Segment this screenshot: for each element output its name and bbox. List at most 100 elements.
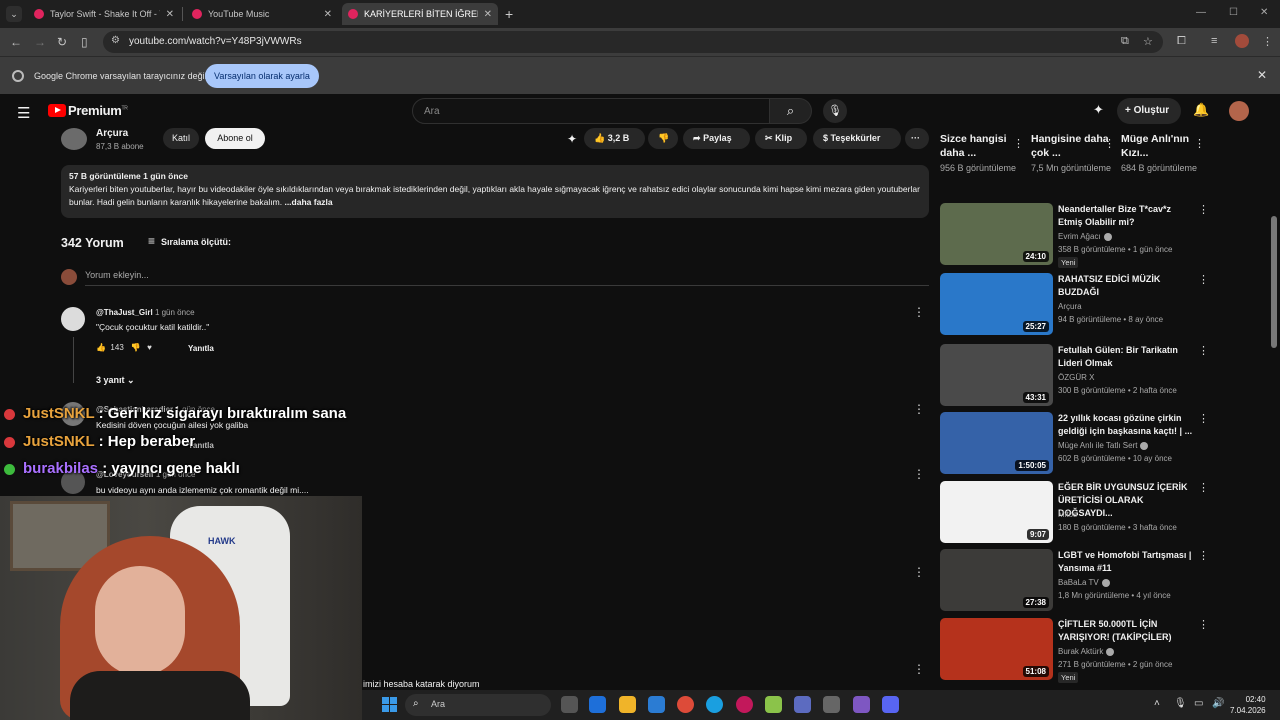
account-avatar[interactable] bbox=[1229, 101, 1249, 121]
shelf-menu-icon[interactable]: ⋮ bbox=[1013, 137, 1024, 150]
minimize-icon[interactable]: — bbox=[1196, 7, 1206, 18]
tray-chevron-icon[interactable]: ˄ bbox=[1154, 698, 1160, 709]
shelf-title[interactable]: Müge Anlı'nın Kızı... bbox=[1121, 132, 1205, 160]
thumbs-up-icon[interactable]: 👍 bbox=[96, 343, 106, 352]
store-icon[interactable] bbox=[589, 696, 606, 713]
video-thumbnail[interactable]: 24:10 bbox=[940, 203, 1053, 265]
tab-search-button[interactable]: ⌄ bbox=[6, 6, 22, 22]
side-panel-icon[interactable]: ▯ bbox=[81, 35, 88, 49]
comment-menu-icon[interactable]: ⋮ bbox=[913, 305, 925, 319]
subscribe-button[interactable]: Abone ol bbox=[205, 128, 265, 149]
video-channel[interactable]: Müge Anlı ile Tatlı Sert bbox=[1058, 441, 1149, 450]
video-title[interactable]: Neandertaller Bize T*cav*z Etmiş Olabili… bbox=[1058, 203, 1194, 229]
tab-shake-it-off[interactable]: Taylor Swift - Shake It Off - YouTube ✕ bbox=[28, 3, 180, 25]
comment-menu-icon[interactable]: ⋮ bbox=[913, 662, 925, 676]
comment-author[interactable]: @ThaJust_Girl 1 gün önce bbox=[96, 308, 195, 317]
app-icon[interactable] bbox=[765, 696, 782, 713]
mail-icon[interactable] bbox=[648, 696, 665, 713]
chrome-profile-avatar[interactable] bbox=[1235, 34, 1249, 48]
more-actions-icon[interactable]: ··· bbox=[905, 128, 929, 149]
recommendation-item[interactable]: 25:27 RAHATSIZ EDİCİ MÜZİK BUZDAĞI Arçura 9… bbox=[940, 273, 1240, 335]
microphone-icon[interactable]: 🎙 bbox=[823, 99, 847, 123]
reload-icon[interactable]: ↻ bbox=[57, 35, 67, 49]
site-info-icon[interactable]: ⚙ bbox=[111, 35, 120, 46]
windows-start-icon[interactable] bbox=[382, 697, 397, 712]
recommendation-item[interactable]: 1:50:05 22 yıllık kocası gözüne çirkin ge… bbox=[940, 412, 1240, 474]
video-menu-icon[interactable]: ⋮ bbox=[1198, 549, 1209, 562]
comment-menu-icon[interactable]: ⋮ bbox=[913, 402, 925, 416]
video-menu-icon[interactable]: ⋮ bbox=[1198, 412, 1209, 425]
close-tab-icon[interactable]: ✕ bbox=[324, 9, 332, 20]
video-channel[interactable]: BaBaLa TV bbox=[1058, 578, 1110, 587]
shorts-shelf-item[interactable]: Hangisine daha çok ... 7,5 Mn görüntülem… bbox=[1031, 132, 1115, 174]
create-button[interactable]: + Oluştur bbox=[1117, 98, 1181, 124]
video-channel[interactable]: ÖZGÜR X bbox=[1058, 373, 1094, 382]
tray-display-icon[interactable]: ▭ bbox=[1194, 698, 1203, 709]
back-arrow-icon[interactable]: ← bbox=[10, 35, 22, 49]
chrome-menu-icon[interactable]: ⋮ bbox=[1262, 35, 1273, 48]
video-thumbnail[interactable]: 27:38 bbox=[940, 549, 1053, 611]
shorts-shelf-item[interactable]: Müge Anlı'nın Kızı... 684 B görüntüleme bbox=[1121, 132, 1205, 174]
join-button[interactable]: Katıl bbox=[163, 128, 199, 149]
taskbar-search-input[interactable]: ⌕ Ara bbox=[405, 694, 551, 716]
recommendation-item[interactable]: 9:07 EĞER BİR UYGUNSUZ İÇERİK ÜRETİCİSİ O… bbox=[940, 481, 1240, 543]
youtube-premium-logo[interactable]: PremiumTR bbox=[68, 103, 128, 118]
install-app-icon[interactable]: ⧉ bbox=[1121, 35, 1129, 48]
sort-button[interactable]: ≡ Sıralama ölçütü: bbox=[148, 234, 231, 248]
taskbar-clock[interactable]: 02:40 7.04.2026 bbox=[1230, 694, 1266, 716]
recommendation-item[interactable]: 27:38 LGBT ve Homofobi Tartışması | Yansı… bbox=[940, 549, 1240, 611]
teams-icon[interactable] bbox=[794, 696, 811, 713]
thanks-button[interactable]: $ Teşekkürler bbox=[813, 128, 901, 149]
video-channel[interactable]: Evrim Ağacı bbox=[1058, 232, 1112, 241]
tab-youtube-music[interactable]: YouTube Music ✕ bbox=[186, 3, 338, 25]
shorts-shelf-item[interactable]: Sizce hangisi daha ... 956 B görüntüleme bbox=[940, 132, 1024, 174]
thumbs-down-icon[interactable]: 👎 bbox=[130, 343, 140, 352]
video-thumbnail[interactable]: 43:31 bbox=[940, 344, 1053, 406]
share-button[interactable]: ➦ Paylaş bbox=[683, 128, 750, 149]
show-replies-button[interactable]: 3 yanıt ⌄ bbox=[96, 375, 135, 386]
file-explorer-icon[interactable] bbox=[619, 696, 636, 713]
bookmark-star-icon[interactable]: ☆ bbox=[1143, 35, 1153, 48]
menu-icon[interactable]: ☰ bbox=[17, 104, 30, 122]
task-view-icon[interactable] bbox=[561, 696, 578, 713]
shelf-title[interactable]: Hangisine daha çok ... bbox=[1031, 132, 1115, 160]
discord-icon[interactable] bbox=[882, 696, 899, 713]
sparkle-icon[interactable]: ✦ bbox=[1093, 102, 1104, 118]
video-title[interactable]: 22 yıllık kocası gözüne çirkin geldiği i… bbox=[1058, 412, 1194, 438]
tab-active-video[interactable]: KARİYERLERİ BİTEN İĞRENÇ YOUTUBERLAR ✕ bbox=[342, 3, 498, 25]
comment-time[interactable]: 1 gün önce bbox=[155, 308, 195, 317]
video-menu-icon[interactable]: ⋮ bbox=[1198, 273, 1209, 286]
forward-arrow-icon[interactable]: → bbox=[34, 35, 46, 49]
window-close-icon[interactable]: ✕ bbox=[1260, 7, 1268, 18]
video-title[interactable]: ÇİFTLER 50.000TL İÇİN YARIŞIYOR! (TAKİPÇ… bbox=[1058, 618, 1194, 644]
twitch-icon[interactable] bbox=[853, 696, 870, 713]
notifications-bell-icon[interactable]: 🔔 bbox=[1193, 102, 1209, 118]
recommendation-item[interactable]: 43:31 Fetullah Gülen: Bir Tarikatın Lider… bbox=[940, 344, 1240, 406]
ask-sparkle-icon[interactable]: ✦ bbox=[567, 132, 577, 146]
dislike-button[interactable]: 👎 bbox=[648, 128, 678, 149]
tray-mic-icon[interactable]: 🎙 bbox=[1174, 698, 1187, 709]
comment-avatar[interactable] bbox=[61, 307, 85, 331]
page-scrollbar[interactable] bbox=[1271, 216, 1277, 348]
omnibox[interactable]: ⚙ youtube.com/watch?v=Y48P3jVWWRs bbox=[103, 31, 1163, 53]
channel-name[interactable]: Arçura bbox=[96, 128, 128, 139]
extensions-icon[interactable]: ⧠ bbox=[1177, 35, 1186, 48]
video-title[interactable]: Fetullah Gülen: Bir Tarikatın Lideri Olm… bbox=[1058, 344, 1194, 370]
shelf-title[interactable]: Sizce hangisi daha ... bbox=[940, 132, 1024, 160]
channel-avatar[interactable] bbox=[61, 128, 87, 150]
comment-menu-icon[interactable]: ⋮ bbox=[913, 565, 925, 579]
edge-icon[interactable] bbox=[706, 696, 723, 713]
show-more-link[interactable]: ...daha fazla bbox=[282, 197, 332, 207]
search-input[interactable]: Ara bbox=[412, 98, 770, 124]
chrome-taskbar-icon[interactable] bbox=[677, 696, 694, 713]
search-icon[interactable]: ⌕ bbox=[770, 98, 812, 124]
add-comment-input[interactable]: Yorum ekleyin... bbox=[85, 270, 149, 280]
tray-volume-icon[interactable]: 🔊 bbox=[1212, 698, 1224, 709]
close-tab-icon[interactable]: ✕ bbox=[484, 9, 492, 20]
video-title[interactable]: EĞER BİR UYGUNSUZ İÇERİK ÜRETİCİSİ OLARA… bbox=[1058, 481, 1194, 520]
video-description[interactable]: 57 B görüntüleme 1 gün önce Kariyerleri … bbox=[61, 165, 929, 218]
youtube-logo-icon[interactable] bbox=[48, 104, 66, 117]
shelf-menu-icon[interactable]: ⋮ bbox=[1194, 137, 1205, 150]
comment-menu-icon[interactable]: ⋮ bbox=[913, 467, 925, 481]
recommendation-item[interactable]: 51:08 ÇİFTLER 50.000TL İÇİN YARIŞIYOR! (T… bbox=[940, 618, 1240, 683]
